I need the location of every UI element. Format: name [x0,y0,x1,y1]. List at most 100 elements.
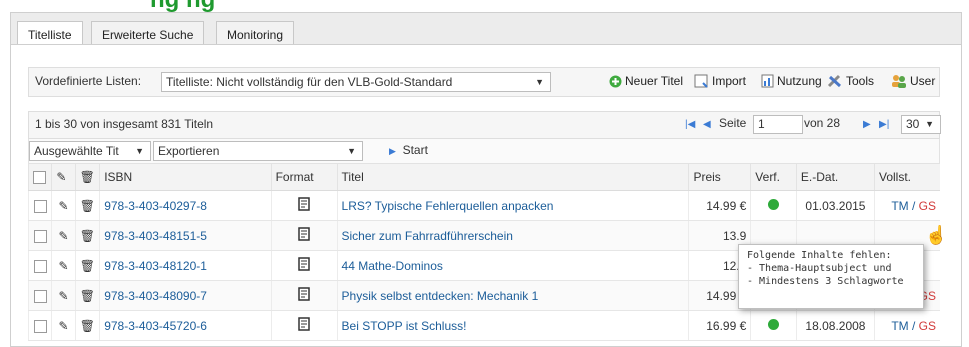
isbn-link[interactable]: 978-3-403-48151-5 [104,229,207,243]
bulk-action-bar: Ausgewählte Tit ▼ Exportieren ▼ ▶ Start [28,139,940,164]
completeness-cell[interactable]: TM / GS [874,190,940,221]
page-number-value: 1 [758,117,765,131]
trash-icon[interactable]: 🗑 [74,280,100,311]
chevron-down-icon: ▼ [347,146,356,156]
import-button[interactable]: Import [694,74,746,91]
main-panel: Vordefinierte Listen: Titelliste: Nicht … [10,44,962,347]
release-date-cell: 18.08.2008 [795,310,875,341]
tm-badge[interactable]: TM [891,199,908,213]
price-cell: 16.99 € [688,310,751,341]
tooltip-line: - Thema-Hauptsubject und [747,263,892,274]
table-header-row: ✎ 🗑 ISBN Format Titel Preis Verf. E.-Dat… [27,164,940,191]
export-select[interactable]: Exportieren ▼ [153,141,363,161]
tools-button[interactable]: Tools [827,74,874,91]
title-link[interactable]: LRS? Typische Fehlerquellen anpacken [342,199,554,213]
gs-badge[interactable]: GS [919,319,936,333]
import-label: Import [712,74,747,88]
col-completeness[interactable]: Vollst. [874,164,940,191]
tooltip-line: Folgende Inhalte fehlen: [747,250,892,261]
trash-icon[interactable]: 🗑 [74,220,100,251]
table-row[interactable]: ✎ 🗑 978-3-403-45720-6 Bei STOPP ist Schluss… [27,310,940,341]
col-release-date[interactable]: E.-Dat. [795,164,875,191]
new-title-label: Neuer Titel [625,74,684,88]
missing-content-tooltip: Folgende Inhalte fehlen: - Thema-Hauptsu… [738,244,924,309]
edit-icon[interactable]: ✎ [51,250,76,281]
export-value: Exportieren [158,144,220,158]
bar-chart-icon [761,74,774,91]
title-link[interactable]: Sicher zum Fahrradführerschein [342,229,513,243]
isbn-link[interactable]: 978-3-403-45720-6 [104,319,207,333]
select-all-checkbox[interactable] [27,164,52,191]
selection-select[interactable]: Ausgewählte Tit ▼ [29,141,151,161]
col-title[interactable]: Titel [336,164,689,191]
page-number-input[interactable]: 1 [753,115,803,134]
edit-icon[interactable]: ✎ [51,190,76,221]
start-button[interactable]: ▶ Start [389,143,428,157]
trash-column-icon: 🗑 [74,164,100,191]
ebook-format-icon [270,250,338,281]
import-icon [694,74,709,91]
row-checkbox[interactable] [27,190,52,221]
availability-status [750,190,797,221]
title-link[interactable]: Bei STOPP ist Schluss! [342,319,467,333]
page-of-label: von 28 [804,116,841,130]
isbn-link[interactable]: 978-3-403-48090-7 [104,289,207,303]
isbn-link[interactable]: 978-3-403-48120-1 [104,259,207,273]
page-size-select[interactable]: 30 ▼ [901,115,941,134]
price-cell: 14.99 € [688,190,751,221]
usage-button[interactable]: Nutzung [761,74,822,91]
prev-page-button[interactable]: ◀ [703,116,711,130]
new-title-button[interactable]: Neuer Titel [609,74,683,91]
badge-separator: / [908,198,919,213]
play-icon: ▶ [389,146,396,156]
release-date-cell: 01.03.2015 [795,190,875,221]
chevron-down-icon: ▼ [535,77,544,87]
next-page-button[interactable]: ▶ [863,116,871,130]
edit-icon[interactable]: ✎ [51,280,76,311]
tab-strip: Titelliste Erweiterte Suche Monitoring [10,12,962,49]
predefined-lists-label: Vordefinierte Listen: [35,74,142,88]
table-row[interactable]: ✎ 🗑 978-3-403-40297-8 LRS? Typische Fehlerq… [27,190,940,221]
col-isbn[interactable]: ISBN [99,164,272,191]
ebook-format-icon [270,310,338,341]
row-checkbox[interactable] [27,250,52,281]
status-dot-icon [768,198,780,210]
title-link[interactable]: Physik selbst entdecken: Mechanik 1 [342,289,539,303]
col-format[interactable]: Format [270,164,338,191]
trash-icon[interactable]: 🗑 [74,310,100,341]
title-link[interactable]: 44 Mathe-Dominos [342,259,443,273]
trash-icon[interactable]: 🗑 [74,190,100,221]
pagination-bar: 1 bis 30 von insgesamt 831 Titeln |◀ ◀ S… [28,111,941,139]
chevron-down-icon: ▼ [925,119,934,129]
predefined-list-select[interactable]: Titelliste: Nicht vollständig für den VL… [161,72,551,92]
tools-label: Tools [846,74,875,88]
completeness-cell[interactable]: TM / GS [874,310,940,341]
usage-label: Nutzung [777,74,822,88]
row-checkbox[interactable] [27,280,52,311]
page-label: Seite [719,116,747,130]
row-checkbox[interactable] [27,220,52,251]
gs-badge[interactable]: GS [919,199,936,213]
edit-icon[interactable]: ✎ [51,220,76,251]
availability-status [750,310,797,341]
col-price[interactable]: Preis [688,164,751,191]
edit-icon[interactable]: ✎ [51,310,76,341]
tools-icon [827,74,843,91]
ebook-format-icon [270,190,338,221]
trash-icon[interactable]: 🗑 [74,250,100,281]
col-availability[interactable]: Verf. [750,164,797,191]
predefined-list-value: Titelliste: Nicht vollständig für den VL… [166,75,453,89]
last-page-button[interactable]: ▶| [879,116,889,130]
page-size-value: 30 [906,117,920,131]
user-button[interactable]: User [891,74,935,91]
ebook-format-icon [270,280,338,311]
tm-badge[interactable]: TM [891,319,908,333]
first-page-button[interactable]: |◀ [685,116,695,130]
add-icon [609,75,622,91]
start-label: Start [402,143,428,157]
isbn-link[interactable]: 978-3-403-40297-8 [104,199,207,213]
status-dot-icon [768,318,780,330]
row-checkbox[interactable] [27,310,52,341]
edit-column-icon: ✎ [51,164,76,191]
user-label: User [910,74,936,88]
